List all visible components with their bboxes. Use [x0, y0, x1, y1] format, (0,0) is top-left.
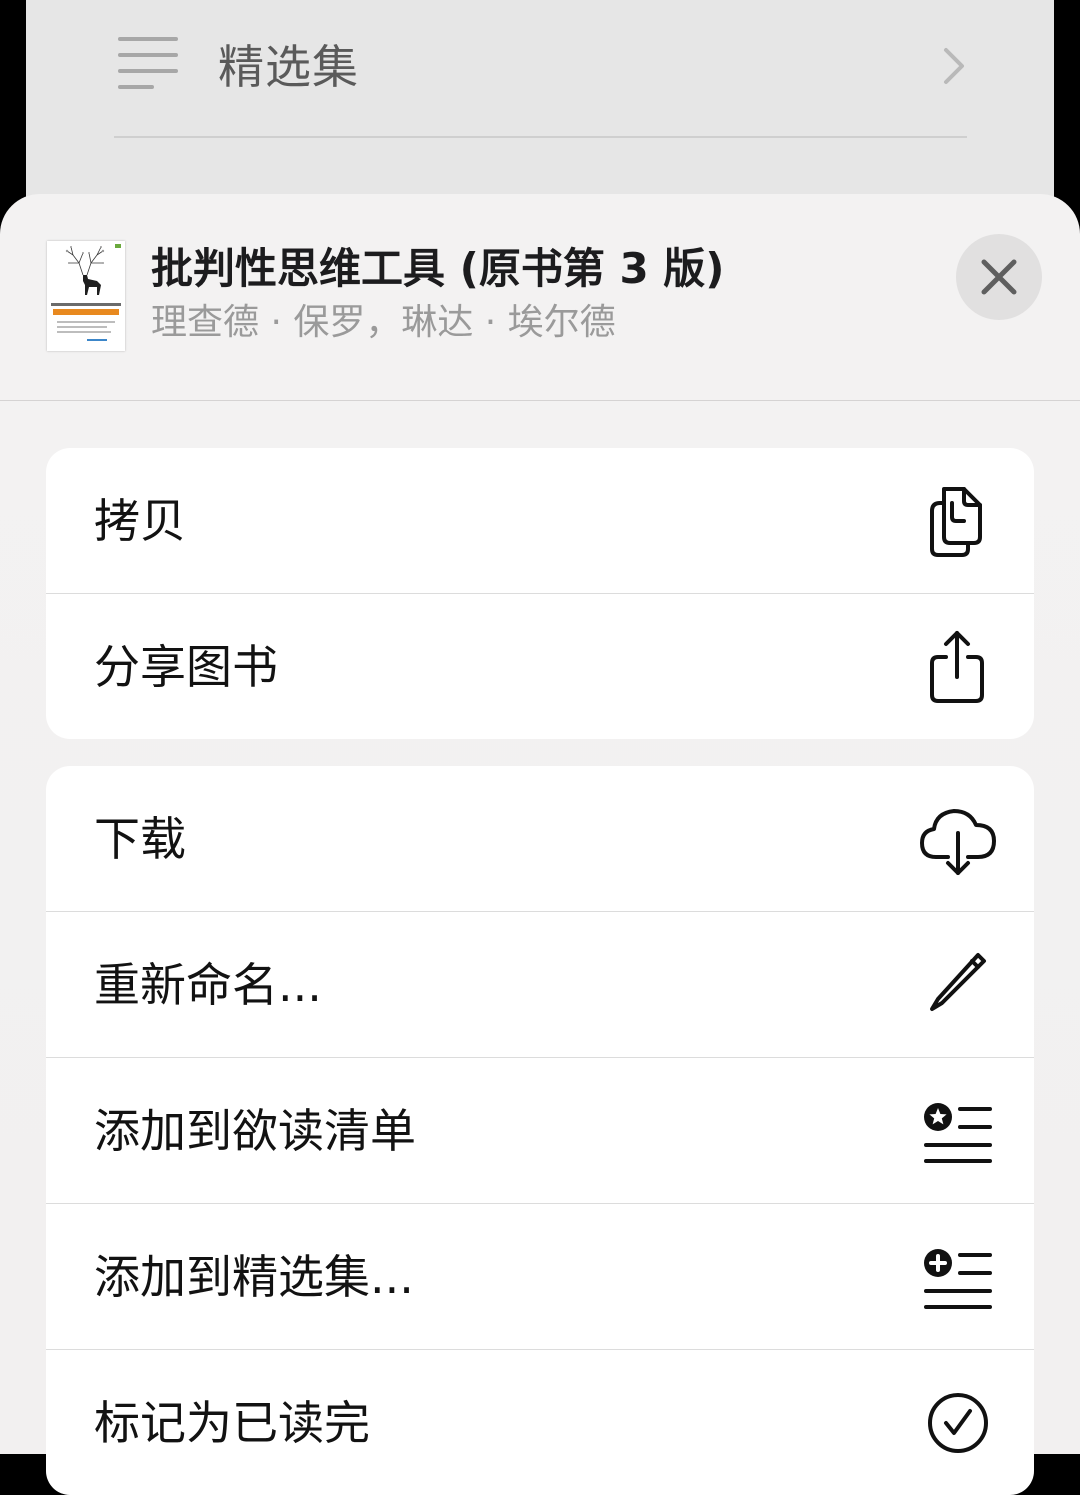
close-button[interactable]	[956, 234, 1042, 320]
book-title: 批判性思维工具 (原书第 3 版)	[151, 244, 725, 293]
close-icon	[981, 259, 1017, 295]
collections-row[interactable]: 精选集	[26, 0, 1054, 136]
copy-button[interactable]: 拷贝	[46, 448, 1034, 593]
cloud-download-icon	[920, 809, 996, 875]
download-button[interactable]: 下载	[46, 766, 1034, 911]
book-cover-thumbnail	[47, 241, 125, 351]
share-icon	[930, 631, 984, 703]
list-icon	[118, 37, 180, 91]
action-group-secondary: 下载 重新命名... 添加到欲读清单 添加到精选集... 标记为已读完	[46, 766, 1034, 1495]
header-divider	[0, 400, 1080, 401]
plus-list-icon	[924, 1249, 992, 1309]
rename-label: 重新命名...	[94, 958, 322, 1012]
share-book-label: 分享图书	[94, 640, 278, 694]
copy-icon	[930, 487, 982, 557]
sheet-header: 批判性思维工具 (原书第 3 版) 理查德 · 保罗，琳达 · 埃尔德	[0, 194, 1080, 401]
add-to-want-to-read-label: 添加到欲读清单	[94, 1104, 416, 1158]
chevron-right-icon	[944, 48, 964, 84]
checkmark-circle-icon	[928, 1393, 988, 1453]
rename-button[interactable]: 重新命名...	[46, 911, 1034, 1057]
star-list-icon	[924, 1103, 992, 1163]
mark-as-finished-button[interactable]: 标记为已读完	[46, 1349, 1034, 1495]
add-to-collection-label: 添加到精选集...	[94, 1250, 414, 1304]
book-author: 理查德 · 保罗，琳达 · 埃尔德	[151, 302, 616, 343]
add-to-collection-button[interactable]: 添加到精选集...	[46, 1203, 1034, 1349]
add-to-want-to-read-button[interactable]: 添加到欲读清单	[46, 1057, 1034, 1203]
share-book-button[interactable]: 分享图书	[46, 593, 1034, 739]
divider	[114, 136, 967, 138]
collections-title: 精选集	[218, 40, 359, 94]
copy-label: 拷贝	[94, 494, 186, 548]
book-action-sheet: 批判性思维工具 (原书第 3 版) 理查德 · 保罗，琳达 · 埃尔德 拷贝 分…	[0, 194, 1080, 1495]
pencil-icon	[930, 953, 986, 1011]
action-group-primary: 拷贝 分享图书	[46, 448, 1034, 739]
mark-as-finished-label: 标记为已读完	[94, 1396, 370, 1450]
download-label: 下载	[94, 812, 186, 866]
